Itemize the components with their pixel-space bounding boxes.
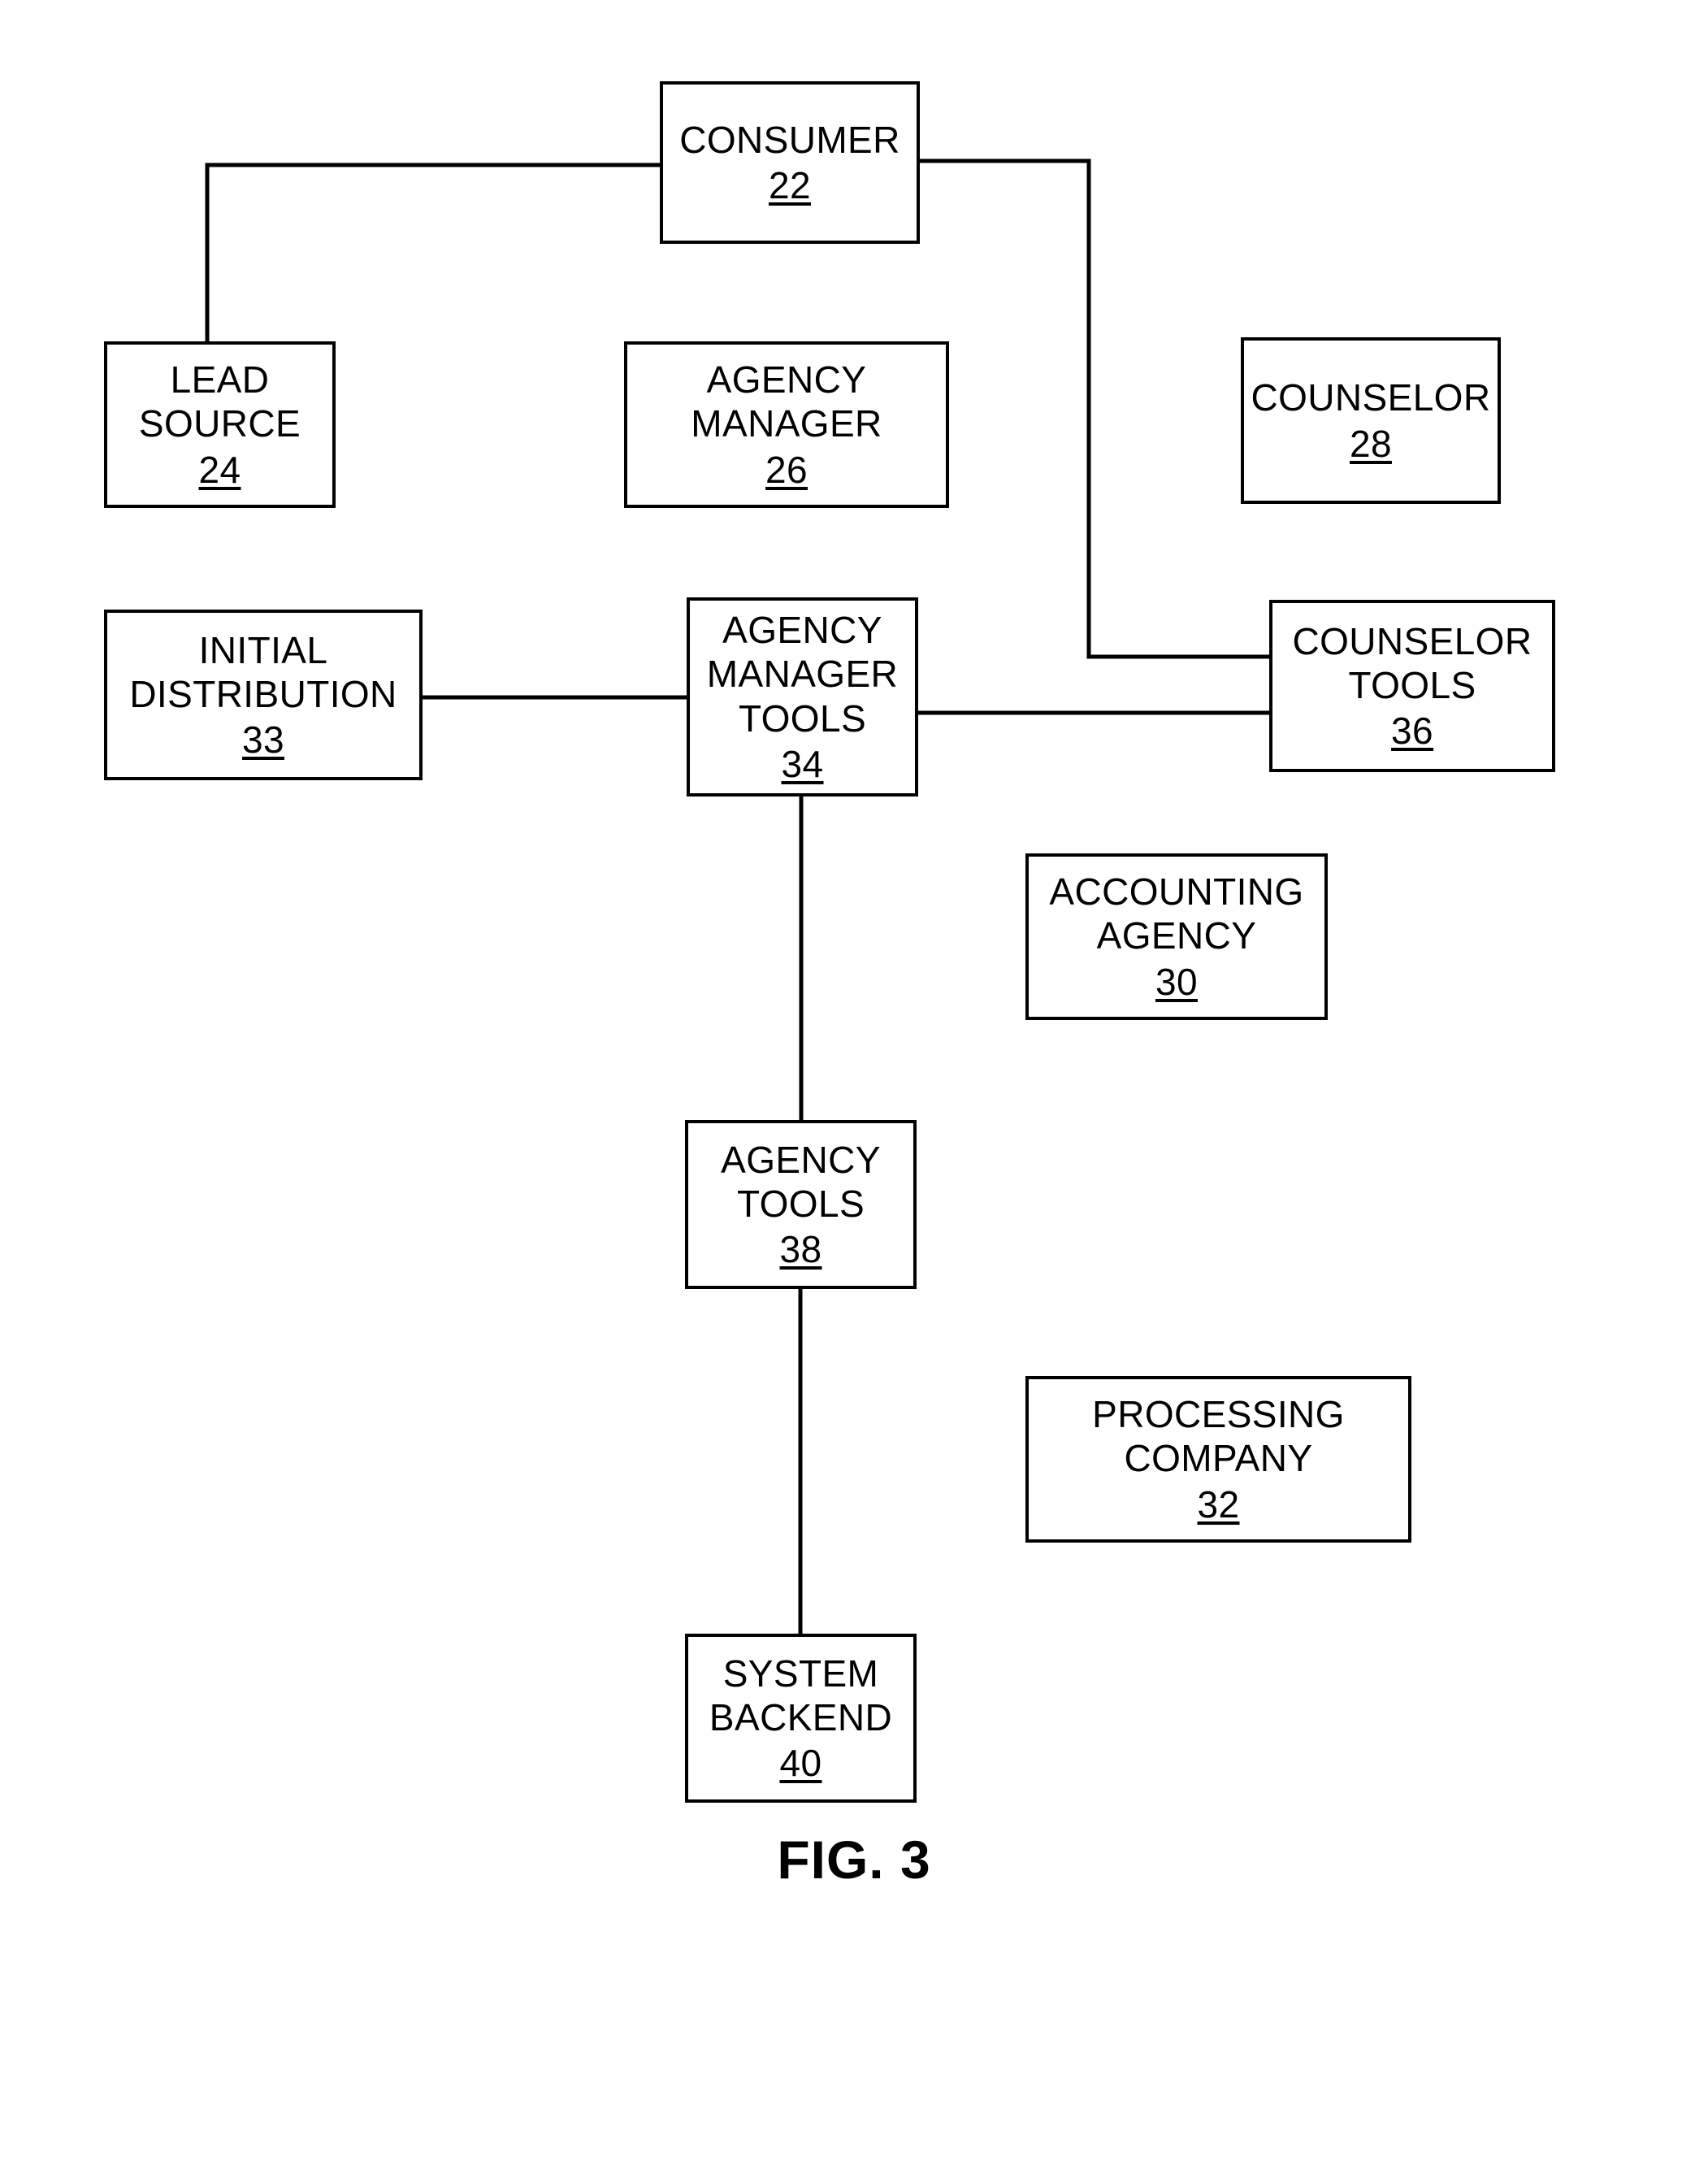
node-label-agency-manager: AGENCY MANAGER — [691, 358, 882, 445]
node-reference-agency-tools: 38 — [779, 1228, 822, 1271]
node-reference-agency-manager: 26 — [765, 448, 808, 491]
node-processing-company: PROCESSING COMPANY 32 — [1025, 1376, 1411, 1543]
node-initial-distribution: INITIAL DISTRIBUTION 33 — [104, 610, 423, 780]
node-label-initial-distribution: INITIAL DISTRIBUTION — [129, 628, 397, 715]
node-system-backend: SYSTEM BACKEND 40 — [685, 1634, 917, 1803]
node-label-system-backend: SYSTEM BACKEND — [709, 1652, 893, 1738]
patent-figure: CONSUMER 22 LEAD SOURCE 24 AGENCY MANAGER 26 C… — [0, 0, 1708, 2166]
node-accounting-agency: ACCOUNTING AGENCY 30 — [1025, 853, 1328, 1020]
connector-consumer-to-counselor-tools — [917, 158, 1272, 659]
node-reference-consumer: 22 — [769, 164, 811, 206]
figure-caption: FIG. 3 — [777, 1830, 931, 1890]
node-agency-tools: AGENCY TOOLS 38 — [685, 1120, 917, 1289]
node-label-agency-manager-tools: AGENCY MANAGER TOOLS — [706, 608, 899, 740]
node-label-agency-tools: AGENCY TOOLS — [721, 1138, 881, 1225]
node-reference-agency-manager-tools: 34 — [781, 742, 824, 785]
node-counselor-tools: COUNSELOR TOOLS 36 — [1269, 600, 1555, 772]
node-label-consumer: CONSUMER — [679, 118, 900, 161]
node-agency-manager: AGENCY MANAGER 26 — [624, 341, 949, 508]
node-reference-lead-source: 24 — [198, 448, 241, 491]
node-reference-processing-company: 32 — [1197, 1482, 1240, 1526]
node-reference-system-backend: 40 — [779, 1742, 822, 1785]
node-label-counselor: COUNSELOR — [1251, 376, 1491, 419]
node-reference-counselor-tools: 36 — [1391, 710, 1433, 753]
node-reference-initial-distribution: 33 — [242, 718, 284, 762]
node-label-accounting-agency: ACCOUNTING AGENCY — [1049, 870, 1304, 957]
node-reference-accounting-agency: 30 — [1155, 960, 1198, 1003]
node-consumer: CONSUMER 22 — [660, 81, 920, 244]
node-label-processing-company: PROCESSING COMPANY — [1092, 1393, 1345, 1480]
node-label-counselor-tools: COUNSELOR TOOLS — [1292, 619, 1532, 706]
node-reference-counselor: 28 — [1350, 422, 1392, 465]
node-agency-manager-tools: AGENCY MANAGER TOOLS 34 — [687, 597, 918, 797]
node-counselor: COUNSELOR 28 — [1241, 337, 1501, 504]
node-label-lead-source: LEAD SOURCE — [138, 358, 301, 445]
node-lead-source: LEAD SOURCE 24 — [104, 341, 336, 508]
connector-consumer-to-lead-source — [205, 163, 662, 344]
